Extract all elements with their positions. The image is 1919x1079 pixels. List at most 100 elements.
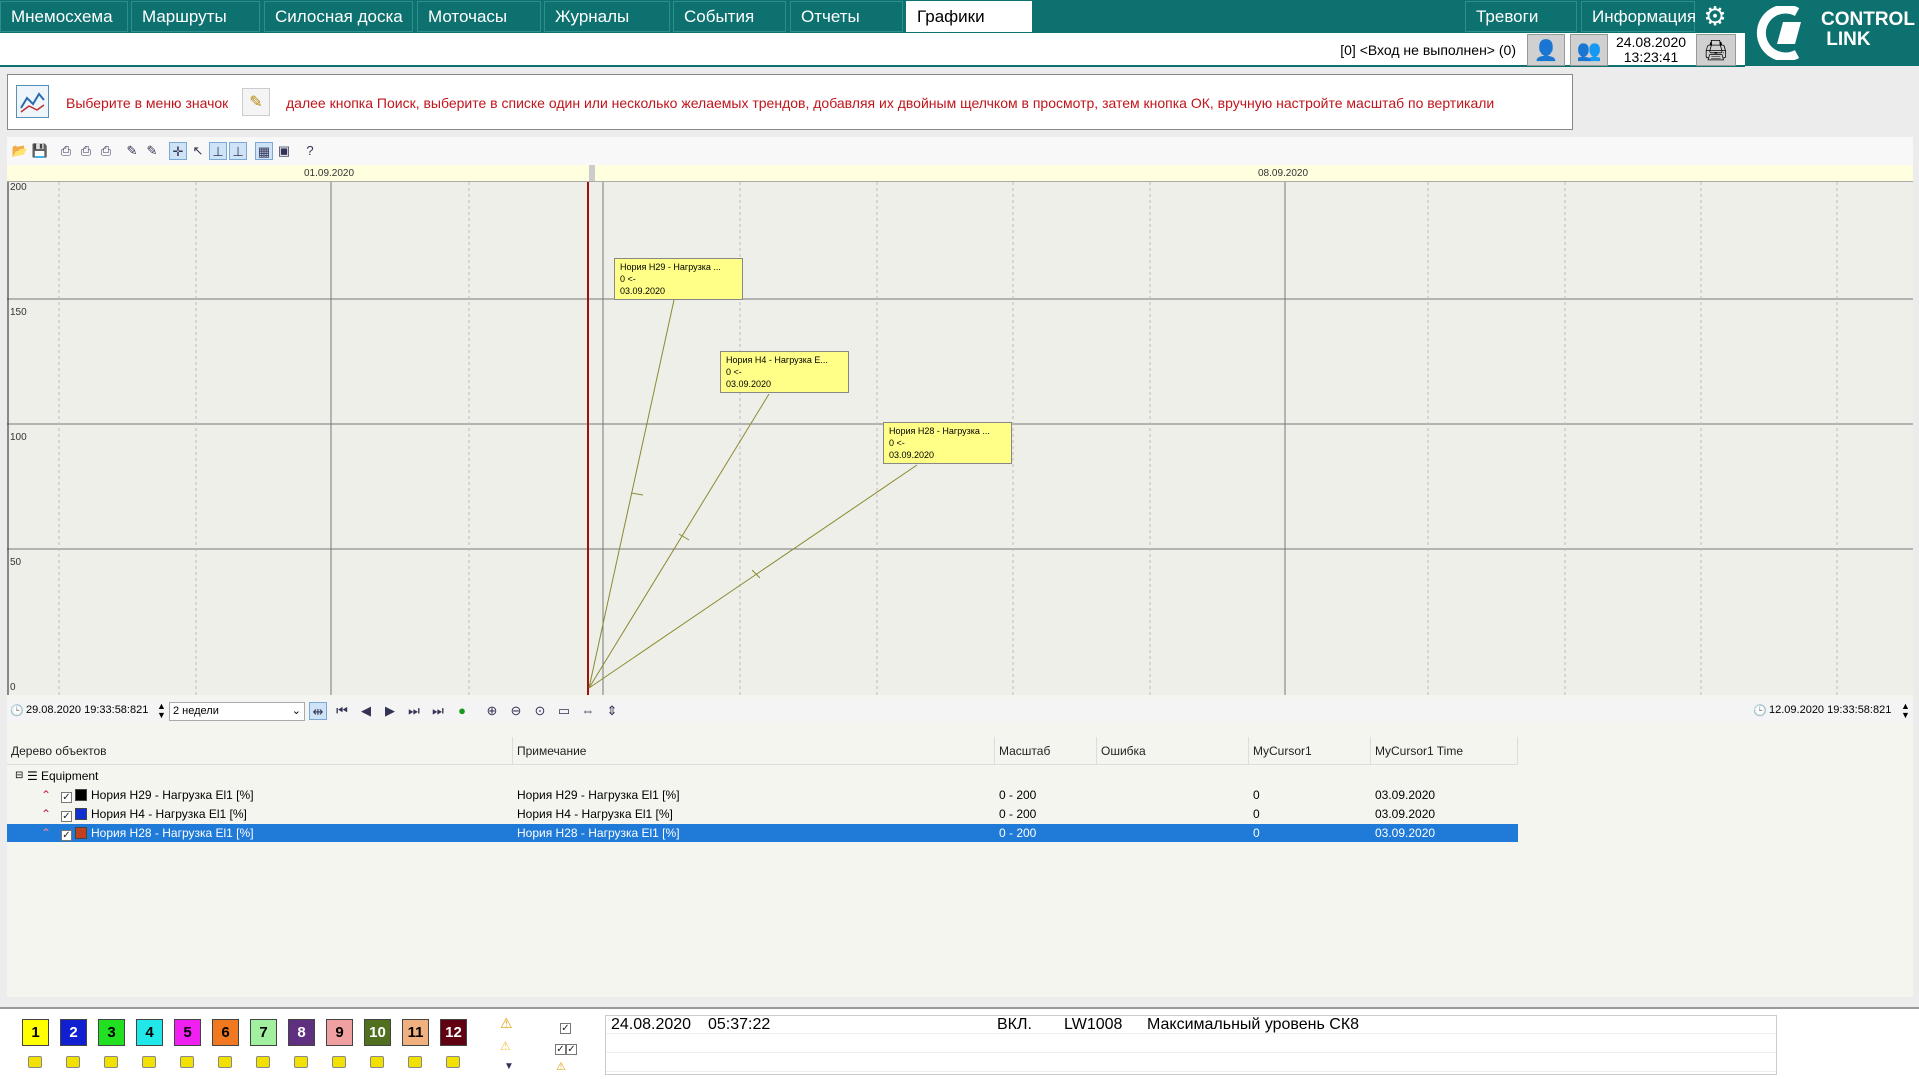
end-time-spinner[interactable]: ▲ ▼: [1901, 702, 1910, 720]
help-icon[interactable]: ?: [301, 142, 319, 160]
tab-information[interactable]: Информация: [1581, 1, 1696, 32]
tab-motor-hours[interactable]: Моточасы: [417, 1, 541, 32]
group-button-10[interactable]: 10: [364, 1019, 391, 1046]
row-cursor: 0: [1253, 826, 1260, 840]
tab-reports[interactable]: Отчеты: [790, 1, 903, 32]
end-time[interactable]: 12.09.2020 19:33:58:821: [1769, 704, 1891, 716]
control-link-logo-icon: [1756, 6, 1801, 60]
fit-width-icon[interactable]: ⇹: [309, 702, 327, 720]
group-led-2: [66, 1056, 80, 1068]
cursor-mode-icon[interactable]: ✛: [169, 142, 187, 160]
tooltip-title: Нория Н4 - Нагрузка E...: [726, 355, 828, 365]
pick-icon[interactable]: ↖: [189, 142, 207, 160]
warning-ack-icon[interactable]: ⚠: [500, 1015, 513, 1032]
tab-charts[interactable]: Графики: [906, 1, 1032, 32]
group-button-2[interactable]: 2: [60, 1019, 87, 1046]
cursor-icon[interactable]: ⊥: [209, 142, 227, 160]
edit-trend-icon[interactable]: ✎: [143, 142, 161, 160]
group-button-4[interactable]: 4: [136, 1019, 163, 1046]
col-header-cursor-time[interactable]: MyCursor1 Time: [1371, 737, 1518, 765]
open-icon[interactable]: 📂: [11, 142, 29, 160]
tree-root-label: Equipment: [41, 769, 99, 783]
group-button-6[interactable]: 6: [212, 1019, 239, 1046]
last-icon[interactable]: ⏭: [429, 702, 447, 720]
warning-icon[interactable]: ⚠: [500, 1039, 511, 1053]
color-swatch[interactable]: [75, 808, 87, 820]
clock: 24.08.2020 13:23:41: [1612, 35, 1690, 65]
next-icon[interactable]: ▶: [381, 702, 399, 720]
tab-routes[interactable]: Маршруты: [131, 1, 260, 32]
table-row[interactable]: ⌃ ✓ Нория Н28 - Нагрузка El1 [%] Нория Н…: [7, 824, 1518, 842]
group-button-11[interactable]: 11: [402, 1019, 429, 1046]
collapse-icon[interactable]: ⊟: [11, 767, 23, 785]
col-header-scale[interactable]: Масштаб: [995, 737, 1097, 765]
start-time[interactable]: 29.08.2020 19:33:58:821: [26, 704, 148, 716]
window-icon[interactable]: ▣: [275, 142, 293, 160]
col-header-cursor[interactable]: MyCursor1: [1249, 737, 1371, 765]
period-select[interactable]: 2 недели ⌄: [169, 702, 305, 721]
group-led-5: [180, 1056, 194, 1068]
tooltip-value: 0 <-: [726, 367, 742, 377]
cursor-handle[interactable]: [589, 165, 595, 181]
tab-silo-board[interactable]: Силосная доска: [264, 1, 413, 32]
tab-mnemoscheme[interactable]: Мнемосхема: [0, 1, 128, 32]
scale-x-icon[interactable]: ⇔: [579, 702, 597, 720]
table-row[interactable]: ⌃ ✓ Нория Н4 - Нагрузка El1 [%] Нория Н4…: [7, 805, 1518, 823]
group-button-8[interactable]: 8: [288, 1019, 315, 1046]
col-header-error[interactable]: Ошибка: [1097, 737, 1249, 765]
scale-y-icon[interactable]: ⇕: [603, 702, 621, 720]
add-trend-icon[interactable]: ✎: [123, 142, 141, 160]
properties-icon[interactable]: ▦: [255, 142, 273, 160]
dual-cursor-icon[interactable]: ⊥: [229, 142, 247, 160]
live-icon[interactable]: ●: [453, 702, 471, 720]
trend-plot-area[interactable]: 200 150 100 50 0 Нория Н29 - Нагрузка ..…: [7, 182, 1913, 695]
tab-journals[interactable]: Журналы: [544, 1, 670, 32]
col-header-tree[interactable]: Дерево объектов: [7, 737, 513, 765]
printer-icon[interactable]: 🖨: [1696, 34, 1736, 66]
alarm-row[interactable]: 24.08.2020 05:37:22 ВКЛ. LW1008 Максимал…: [606, 1016, 1776, 1034]
color-swatch[interactable]: [75, 789, 87, 801]
help-hint-bar: Выберите в меню значок ✎ далее кнопка По…: [7, 74, 1573, 130]
first-page-icon[interactable]: ⏮: [333, 702, 351, 720]
table-row[interactable]: ⌃ ✓ Нория Н29 - Нагрузка El1 [%] Нория Н…: [7, 786, 1518, 804]
tree-root[interactable]: ⊟ ☰ Equipment: [7, 767, 1518, 785]
group-button-12[interactable]: 12: [440, 1019, 467, 1046]
group-button-1[interactable]: 1: [22, 1019, 49, 1046]
ack-checkbox[interactable]: ✓: [560, 1019, 571, 1034]
prev-icon[interactable]: ◀: [357, 702, 375, 720]
ack-all-checkbox[interactable]: ✓ ✓: [555, 1040, 577, 1055]
group-button-5[interactable]: 5: [174, 1019, 201, 1046]
row-cursor-time: 03.09.2020: [1375, 788, 1436, 802]
tab-alarms[interactable]: Тревоги: [1465, 1, 1577, 32]
export-icon[interactable]: ⎙: [97, 142, 115, 160]
gear-icon[interactable]: ⚙: [1697, 2, 1733, 32]
visible-checkbox[interactable]: ✓: [61, 830, 72, 841]
user-login-icon[interactable]: 👤: [1527, 34, 1565, 66]
group-button-9[interactable]: 9: [326, 1019, 353, 1046]
print-preview-icon[interactable]: ⎙: [77, 142, 95, 160]
status-row: [0] <Вход не выполнен> (0) 👤 👥 24.08.202…: [0, 33, 1745, 67]
visible-checkbox[interactable]: ✓: [61, 811, 72, 822]
print-icon[interactable]: ⎙: [57, 142, 75, 160]
zoom-in-icon[interactable]: ⊕: [483, 702, 501, 720]
user-switch-icon[interactable]: 👥: [1570, 34, 1608, 66]
color-swatch[interactable]: [75, 827, 87, 839]
save-icon[interactable]: 💾: [31, 142, 49, 160]
tooltip-date: 03.09.2020: [620, 286, 666, 296]
zoom-reset-icon[interactable]: ⊙: [531, 702, 549, 720]
group-button-3[interactable]: 3: [98, 1019, 125, 1046]
y-tick-150: 150: [10, 307, 27, 318]
group-button-7[interactable]: 7: [250, 1019, 277, 1046]
zoom-area-icon[interactable]: ▭: [555, 702, 573, 720]
visible-checkbox[interactable]: ✓: [61, 792, 72, 803]
next-page-icon[interactable]: ⏭: [405, 702, 423, 720]
trend-tooltip: Нория Н29 - Нагрузка ... 0 <- 03.09.2020: [614, 258, 743, 300]
tab-events[interactable]: События: [673, 1, 786, 32]
col-header-note[interactable]: Примечание: [513, 737, 995, 765]
group-led-10: [370, 1056, 384, 1068]
filter-icon[interactable]: ⚠: [556, 1060, 566, 1073]
start-time-spinner[interactable]: ▲ ▼: [157, 702, 166, 720]
trend-tooltip: Нория Н4 - Нагрузка E... 0 <- 03.09.2020: [720, 351, 849, 393]
zoom-out-icon[interactable]: ⊖: [507, 702, 525, 720]
scroll-down-icon[interactable]: ▼: [504, 1061, 514, 1072]
